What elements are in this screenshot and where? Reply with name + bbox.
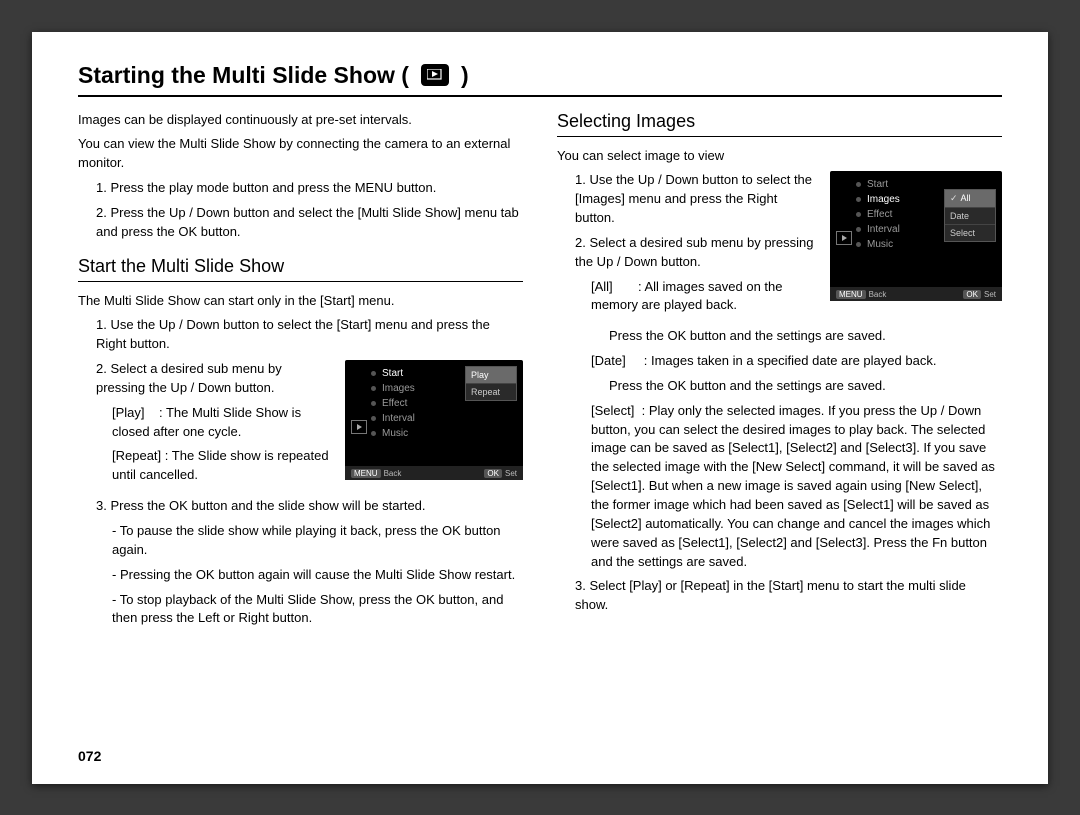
start-rule bbox=[78, 281, 523, 282]
selecting-p1: You can select image to view bbox=[557, 147, 1002, 166]
all-desc1: : All images saved on the memory are pla… bbox=[591, 279, 783, 313]
page-number: 072 bbox=[78, 748, 101, 764]
lcd1-sub-item: Play bbox=[466, 367, 516, 384]
selecting-heading: Selecting Images bbox=[557, 111, 1002, 132]
selecting-step2: 2. Select a desired sub menu by pressing… bbox=[557, 234, 816, 272]
intro-line1: Images can be displayed continuously at … bbox=[78, 111, 523, 130]
start-step2: 2. Select a desired sub menu by pressing… bbox=[78, 360, 331, 398]
lcd2-sub-item: All bbox=[945, 190, 995, 208]
select-label: [Select] bbox=[591, 403, 634, 418]
date-label: [Date] bbox=[591, 353, 626, 368]
title-suffix: ) bbox=[461, 62, 469, 89]
intro-line2: You can view the Multi Slide Show by con… bbox=[78, 135, 523, 173]
lcd2-submenu: All Date Select bbox=[944, 189, 996, 242]
lcd-screenshot-start: Start Images Effect Interval Music Play … bbox=[345, 360, 523, 480]
all-row: [All] : All images saved on the memory a… bbox=[557, 278, 816, 316]
lcd1-item: Music bbox=[371, 426, 523, 441]
manual-page: Starting the Multi Slide Show ( ) Images… bbox=[32, 32, 1048, 784]
start-step2-row: 2. Select a desired sub menu by pressing… bbox=[78, 360, 523, 491]
lcd1-submenu: Play Repeat bbox=[465, 366, 517, 401]
repeat-label: [Repeat] bbox=[112, 448, 161, 463]
two-column-layout: Images can be displayed continuously at … bbox=[78, 111, 1002, 635]
start-step3: 3. Press the OK button and the slide sho… bbox=[78, 497, 523, 516]
play-row: [Play] : The Multi Slide Show is closed … bbox=[78, 404, 331, 442]
date-row: [Date] : Images taken in a specified dat… bbox=[557, 352, 1002, 371]
start-step2-text: 2. Select a desired sub menu by pressing… bbox=[78, 360, 331, 491]
lcd-play-icon bbox=[836, 231, 852, 245]
start-bullet3: - To stop playback of the Multi Slide Sh… bbox=[78, 591, 523, 629]
lcd-play-icon bbox=[351, 420, 367, 434]
right-column: Selecting Images You can select image to… bbox=[557, 111, 1002, 635]
selecting-steps-text: 1. Use the Up / Down button to select th… bbox=[557, 171, 816, 321]
lcd2-footer: MENUBack OKSet bbox=[830, 287, 1002, 301]
date-desc2: Press the OK button and the settings are… bbox=[557, 377, 1002, 396]
play-label: [Play] bbox=[112, 405, 145, 420]
left-column: Images can be displayed continuously at … bbox=[78, 111, 523, 635]
repeat-row: [Repeat] : The Slide show is repeated un… bbox=[78, 447, 331, 485]
start-bullet2: - Pressing the OK button again will caus… bbox=[78, 566, 523, 585]
selecting-rule bbox=[557, 136, 1002, 137]
start-step1: 1. Use the Up / Down button to select th… bbox=[78, 316, 523, 354]
lcd-screenshot-images: Start Images Effect Interval Music All D… bbox=[830, 171, 1002, 301]
selecting-steps-row: 1. Use the Up / Down button to select th… bbox=[557, 171, 1002, 321]
selecting-step1: 1. Use the Up / Down button to select th… bbox=[557, 171, 816, 228]
all-desc2: Press the OK button and the settings are… bbox=[557, 327, 1002, 346]
lcd1-item: Interval bbox=[371, 411, 523, 426]
lcd2-sub-item: Select bbox=[945, 225, 995, 241]
lcd2-sub-item: Date bbox=[945, 208, 995, 225]
select-row: [Select] : Play only the selected images… bbox=[557, 402, 1002, 572]
start-p1: The Multi Slide Show can start only in t… bbox=[78, 292, 523, 311]
lcd1-footer: MENUBack OKSet bbox=[345, 466, 523, 480]
start-heading: Start the Multi Slide Show bbox=[78, 256, 523, 277]
title-text: Starting the Multi Slide Show ( bbox=[78, 62, 409, 89]
intro-step1: 1. Press the play mode button and press … bbox=[78, 179, 523, 198]
date-desc1: : Images taken in a specified date are p… bbox=[644, 353, 937, 368]
select-desc: : Play only the selected images. If you … bbox=[591, 403, 995, 569]
lcd1-sub-item: Repeat bbox=[466, 384, 516, 400]
intro-step2: 2. Press the Up / Down button and select… bbox=[78, 204, 523, 242]
all-label: [All] bbox=[591, 279, 613, 294]
selecting-step3: 3. Select [Play] or [Repeat] in the [Sta… bbox=[557, 577, 1002, 615]
slideshow-icon bbox=[421, 64, 449, 86]
page-title: Starting the Multi Slide Show ( ) bbox=[78, 62, 1002, 89]
start-bullet1: - To pause the slide show while playing … bbox=[78, 522, 523, 560]
title-rule bbox=[78, 95, 1002, 97]
